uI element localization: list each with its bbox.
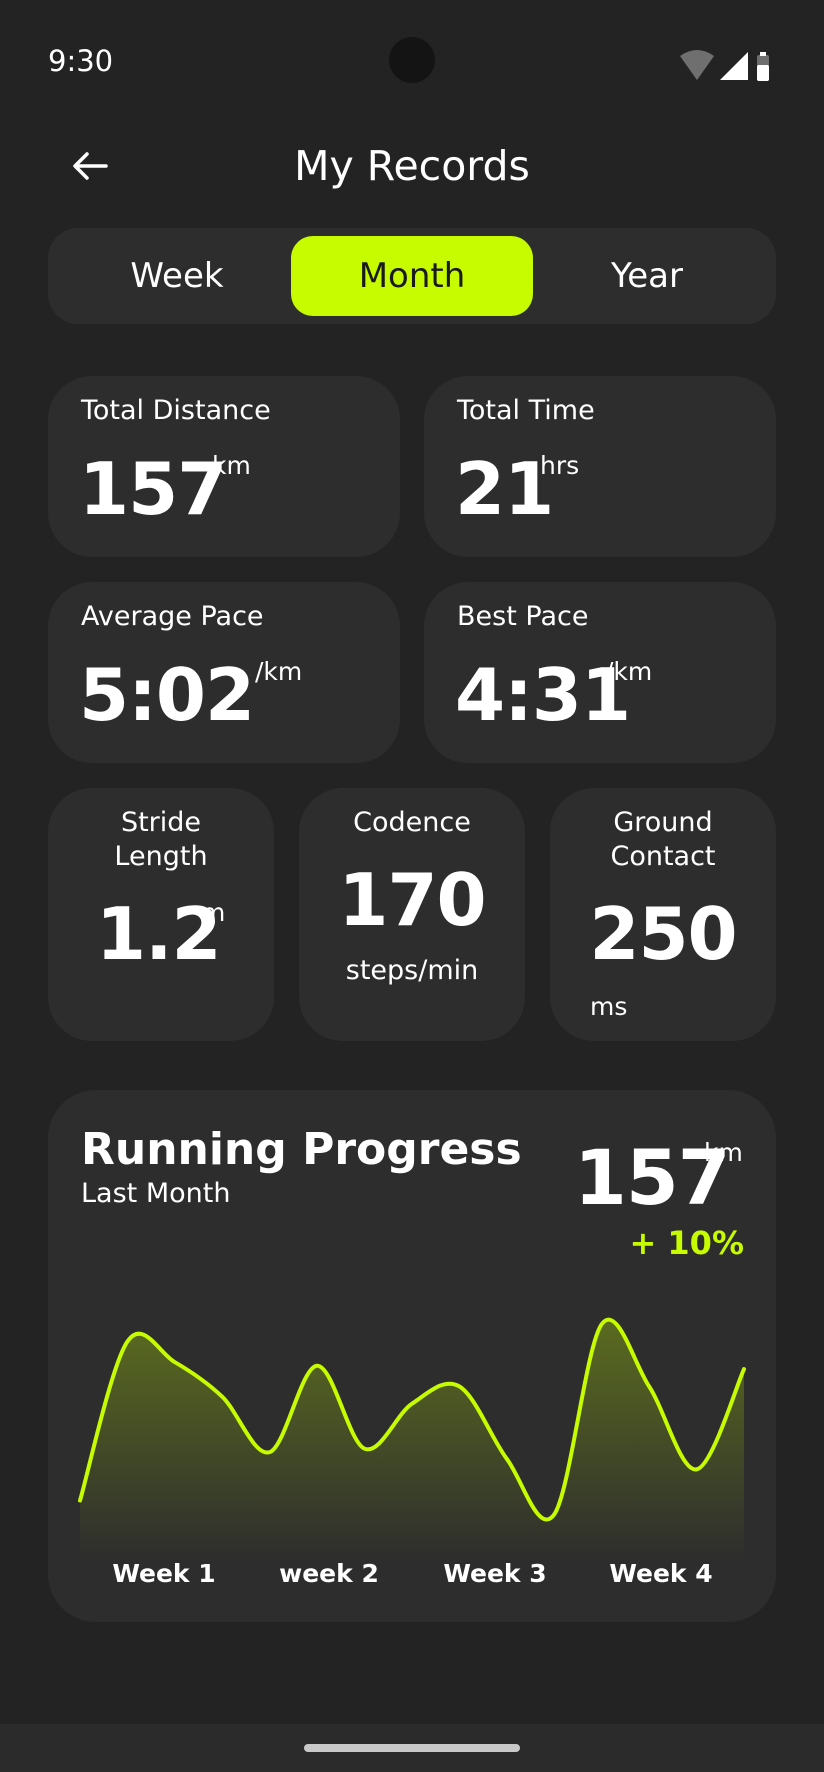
total-time-card: Total Time 21 hrs: [424, 376, 776, 557]
total-time-unit: hrs: [540, 451, 580, 480]
stride-length-label-line1: Stride: [120, 807, 202, 838]
period-selector: Week Month Year: [48, 228, 776, 324]
average-pace-value: 5:02: [79, 653, 255, 737]
best-pace-label: Best Pace: [457, 601, 589, 632]
battery-icon: [757, 52, 769, 81]
screen: 9:30 My Records Week Month Year Total Di…: [0, 0, 824, 1772]
ground-contact-label-line1: Ground: [613, 807, 713, 838]
total-distance-value: 157: [79, 447, 227, 531]
navigation-bar: [0, 1724, 824, 1772]
stride-length-label-line2: Length: [114, 841, 208, 872]
x-tick-label: Week 3: [443, 1559, 546, 1588]
cadence-card: Codence 170 steps/min: [299, 788, 525, 1041]
status-bar: 9:30: [0, 0, 824, 120]
ground-contact-label-line2: Contact: [610, 841, 716, 872]
cadence-unit: steps/min: [345, 955, 479, 986]
cadence-label: Codence: [353, 807, 471, 838]
status-icons: [680, 50, 776, 82]
status-time: 9:30: [48, 44, 114, 78]
ground-contact-card: Ground Contact 250 ms: [550, 788, 776, 1041]
camera-cutout: [389, 37, 435, 83]
total-distance-card: Total Distance 157 km: [48, 376, 400, 557]
x-tick-label: Week 4: [609, 1559, 712, 1588]
signal-icon: [720, 52, 748, 80]
total-distance-label: Total Distance: [81, 395, 271, 426]
tab-month[interactable]: Month: [291, 236, 533, 316]
tab-week[interactable]: Week: [56, 236, 298, 316]
best-pace-unit: /km: [605, 657, 653, 686]
ground-contact-value: 250: [589, 892, 737, 976]
best-pace-value: 4:31: [455, 653, 631, 737]
total-time-value: 21: [455, 447, 554, 531]
running-progress-card: Running Progress Last Month 157 km + 10%…: [48, 1090, 776, 1622]
tab-year[interactable]: Year: [526, 236, 768, 316]
running-progress-chart: Week 1 week 2 Week 3 Week 4: [78, 1317, 746, 1588]
page-title: My Records: [294, 142, 530, 190]
best-pace-card: Best Pace 4:31 /km: [424, 582, 776, 763]
x-tick-label: week 2: [279, 1559, 379, 1588]
stride-length-unit: m: [201, 898, 226, 927]
cadence-value: 170: [338, 858, 486, 942]
ground-contact-unit: ms: [590, 992, 628, 1021]
total-time-label: Total Time: [457, 395, 595, 426]
home-indicator[interactable]: [304, 1744, 520, 1752]
total-distance-unit: km: [212, 451, 251, 480]
x-tick-label: Week 1: [112, 1559, 215, 1588]
average-pace-card: Average Pace 5:02 /km: [48, 582, 400, 763]
stride-length-card: Stride Length 1.2 m: [48, 788, 274, 1041]
wifi-icon: [680, 50, 714, 80]
average-pace-label: Average Pace: [81, 601, 264, 632]
chart-area-fill: [80, 1319, 744, 1562]
average-pace-unit: /km: [255, 657, 303, 686]
